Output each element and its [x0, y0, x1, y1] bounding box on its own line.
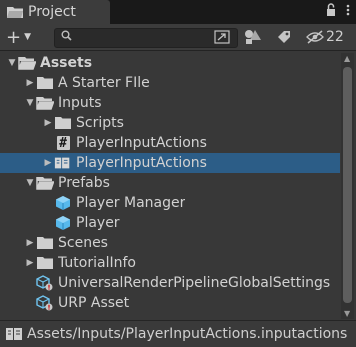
expand-arrow-closed-icon[interactable]: ▶ [42, 118, 54, 128]
tree-row-label: PlayerInputActions [76, 155, 207, 171]
folder-icon [36, 235, 54, 251]
csharp-script-icon: # [54, 135, 72, 151]
tree-row-label: Assets [40, 55, 93, 71]
tree-row[interactable]: ▶ PlayerInputActions [0, 153, 340, 173]
input-actions-icon [54, 155, 72, 171]
search-scope-icon[interactable] [214, 27, 230, 47]
tree-row[interactable]: ▼ Inputs [0, 93, 340, 113]
tab-actions [326, 3, 350, 21]
toolbar: + ▼ 22 [0, 24, 356, 51]
hidden-packages-count: 22 [326, 29, 344, 45]
render-pipeline-asset-icon [36, 295, 54, 311]
tree-row-label: Inputs [58, 95, 102, 111]
tree-row[interactable]: ▶ Scripts [0, 113, 340, 133]
prefab-cube-icon [54, 215, 72, 231]
tree-row-label: URP Asset [58, 295, 130, 311]
expand-arrow-closed-icon[interactable]: ▶ [24, 258, 36, 268]
expand-arrow-open-icon[interactable]: ▼ [24, 178, 36, 188]
tree-row[interactable]: URP Asset [0, 293, 340, 313]
search-input[interactable] [75, 30, 219, 47]
tree-row-label: Prefabs [58, 175, 110, 191]
render-pipeline-asset-icon [36, 275, 54, 291]
filter-by-type-icon[interactable] [244, 27, 262, 47]
tab-bar: Project [0, 0, 356, 24]
tree-row-label: UniversalRenderPipelineGlobalSettings [58, 275, 331, 291]
selected-asset-path-bar: Assets/Inputs/PlayerInputActions.inputac… [0, 320, 356, 347]
scroll-up-arrow-icon[interactable]: ▲ [344, 54, 350, 63]
tree-row-label: Player [76, 215, 120, 231]
tree-row-label: Scripts [76, 115, 124, 131]
prefab-cube-icon [54, 195, 72, 211]
plus-icon: + [6, 26, 22, 48]
tree-row[interactable]: ▼ Prefabs [0, 173, 340, 193]
vertical-scrollbar[interactable]: ▲ ▼ [341, 53, 354, 319]
input-actions-icon [5, 326, 25, 342]
chevron-down-icon: ▼ [24, 32, 32, 42]
tree-row-label: Scenes [58, 235, 108, 251]
expand-arrow-closed-icon[interactable]: ▶ [42, 158, 54, 168]
folder-icon [36, 75, 54, 91]
filter-by-label-icon[interactable] [276, 27, 292, 47]
folder-open-icon [36, 175, 54, 191]
tree-row[interactable]: # PlayerInputActions [0, 133, 340, 153]
folder-open-icon [36, 95, 54, 111]
expand-arrow-open-icon[interactable]: ▼ [6, 58, 18, 68]
folder-open-icon [18, 55, 36, 71]
tree-row[interactable]: ▶ A Starter FIle [0, 73, 340, 93]
hidden-packages-toggle[interactable]: 22 [306, 27, 344, 47]
search-icon [61, 30, 72, 44]
expand-arrow-closed-icon[interactable]: ▶ [24, 238, 36, 248]
tree-row[interactable]: UniversalRenderPipelineGlobalSettings [0, 273, 340, 293]
folder-icon [54, 115, 72, 131]
eye-slash-icon [306, 30, 324, 44]
kebab-menu-icon[interactable] [346, 3, 350, 21]
tree-row[interactable]: ▶ Scenes [0, 233, 340, 253]
folder-icon [36, 255, 54, 271]
project-window: Project + ▼ 22 ▼ Assets ▶ A Starter FIle… [0, 0, 356, 347]
tree-row-label: Player Manager [76, 195, 186, 211]
lock-icon[interactable] [326, 3, 336, 21]
tab-title: Project [28, 4, 76, 20]
search-field[interactable] [54, 28, 238, 48]
scroll-down-arrow-icon[interactable]: ▼ [344, 309, 350, 318]
folder-icon [6, 5, 24, 19]
tree-row[interactable]: Player [0, 213, 340, 233]
expand-arrow-closed-icon[interactable]: ▶ [24, 78, 36, 88]
scroll-thumb[interactable] [343, 67, 352, 303]
tree-row[interactable]: ▶ TutorialInfo [0, 253, 340, 273]
tab-project[interactable]: Project [0, 0, 110, 24]
tree-row-label: A Starter FIle [58, 75, 150, 91]
tree-row-label: PlayerInputActions [76, 135, 207, 151]
tree-row[interactable]: ▼ Assets [0, 53, 340, 73]
asset-path-text: Assets/Inputs/PlayerInputActions.inputac… [27, 326, 348, 342]
expand-arrow-open-icon[interactable]: ▼ [24, 98, 36, 108]
create-button[interactable]: + ▼ [6, 26, 31, 48]
tree-row[interactable]: Player Manager [0, 193, 340, 213]
tree-row-label: TutorialInfo [58, 255, 136, 271]
